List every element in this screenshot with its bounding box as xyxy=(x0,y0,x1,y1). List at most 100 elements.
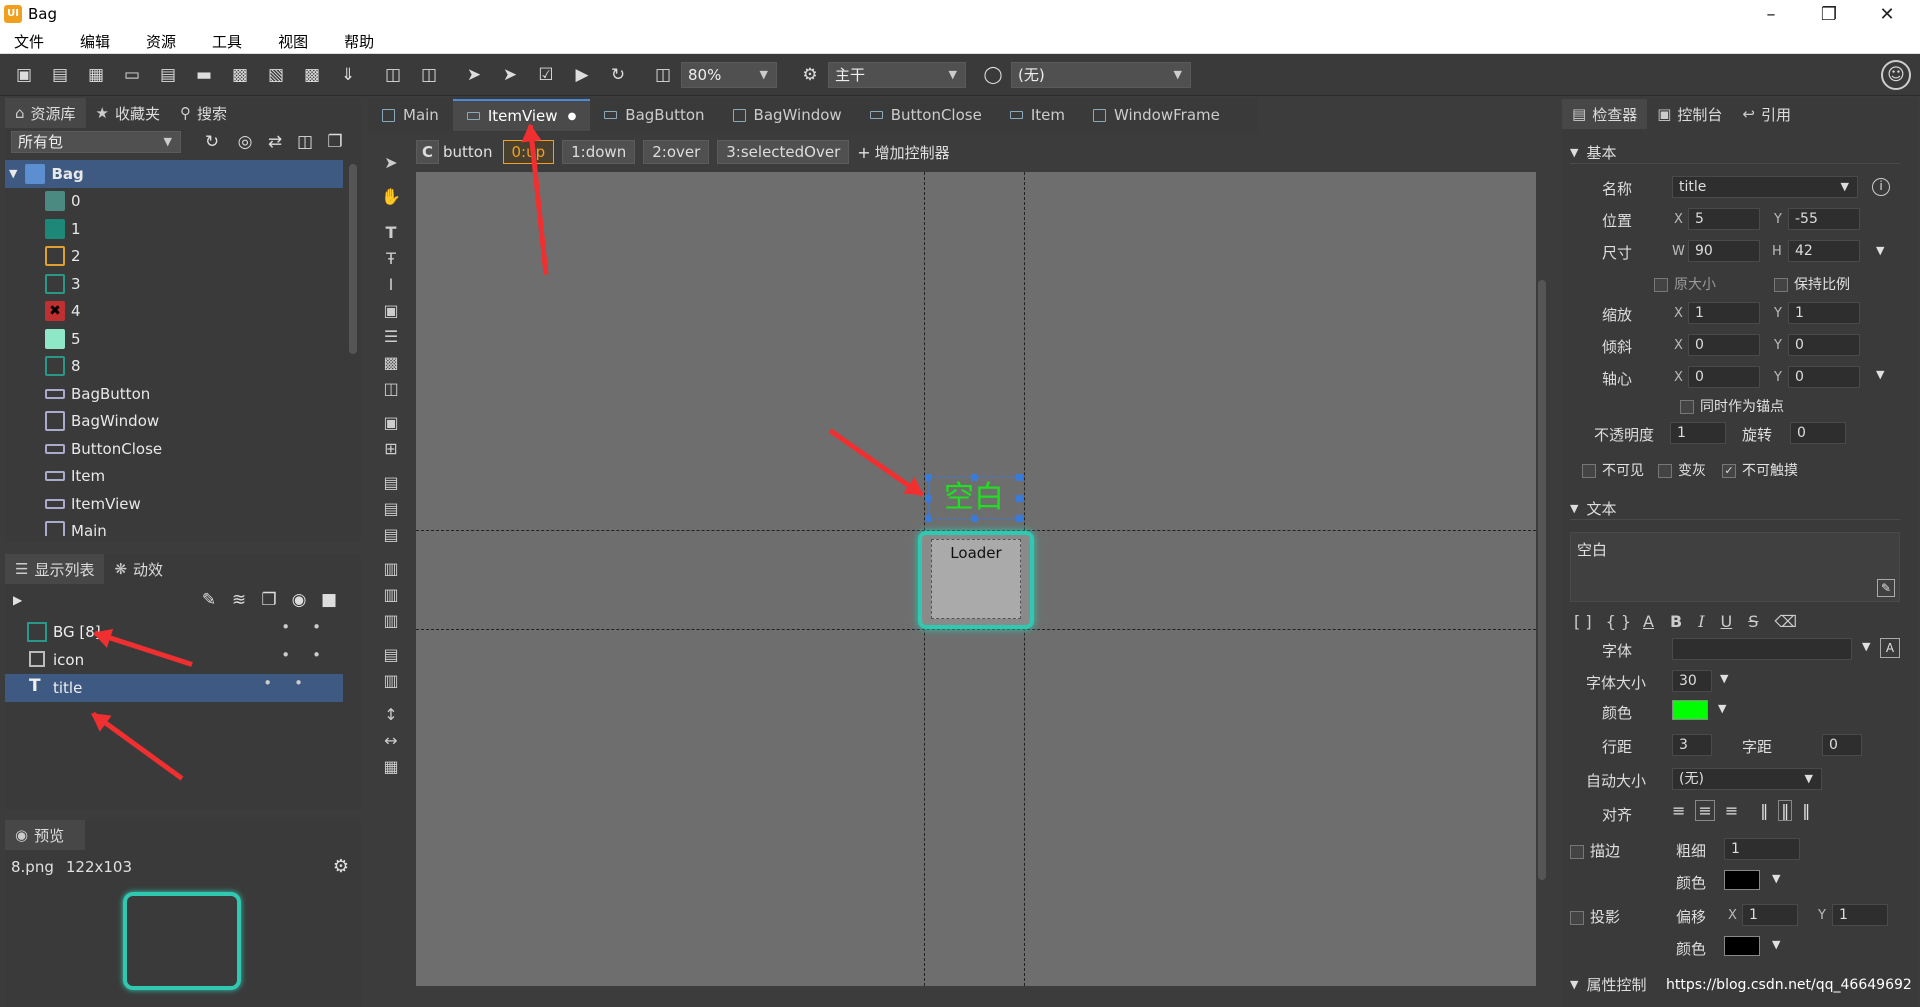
menu-assets[interactable]: 资源 xyxy=(146,31,176,52)
item-bg-frame[interactable]: Loader xyxy=(918,531,1034,629)
split-view-icon[interactable]: ◫ xyxy=(292,129,318,155)
pivot-y-input[interactable]: 0 xyxy=(1788,366,1860,388)
new-combo-icon[interactable]: ▤ xyxy=(155,62,181,88)
untouchable-checkbox[interactable]: ✓ 不可触摸 xyxy=(1722,460,1798,480)
size-w-input[interactable]: 90 xyxy=(1688,240,1760,262)
branch-select[interactable]: 主干 ▼ xyxy=(828,61,966,88)
section-basic[interactable]: ▼ 基本 xyxy=(1570,142,1900,164)
publish-icon[interactable]: ➤ xyxy=(461,62,487,88)
underline-icon[interactable]: U xyxy=(1721,612,1733,631)
tab-doc-main[interactable]: Main xyxy=(368,99,453,131)
new-package-icon[interactable]: ▣ xyxy=(11,62,37,88)
anchor-checkbox[interactable]: 同时作为锚点 xyxy=(1680,396,1784,416)
tab-display-list[interactable]: ☰ 显示列表 xyxy=(5,554,105,584)
target-icon[interactable]: ◎ xyxy=(232,129,258,155)
tab-doc-windowframe[interactable]: WindowFrame xyxy=(1079,99,1234,131)
align-center-icon[interactable]: ≡ xyxy=(1695,800,1715,821)
new-button-icon[interactable]: ▭ xyxy=(119,62,145,88)
tree-root[interactable]: ▼ Bag xyxy=(5,160,343,188)
controller-name[interactable]: button xyxy=(443,143,492,161)
copy-icon[interactable]: ❐ xyxy=(322,129,348,155)
distribute-v-icon[interactable]: ▤ xyxy=(378,642,404,668)
chevron-down-icon[interactable]: ▼ xyxy=(1862,640,1870,653)
save-all-icon[interactable]: ◫ xyxy=(416,62,442,88)
plus-icon[interactable]: + xyxy=(857,143,870,162)
tab-preview[interactable]: ◉ 预览 xyxy=(5,820,85,850)
chevron-down-icon[interactable]: ▼ xyxy=(1718,702,1726,715)
icon-loader[interactable]: Loader xyxy=(931,539,1021,619)
rotation-input[interactable]: 0 xyxy=(1790,422,1846,444)
bracket-icon[interactable]: [ ] xyxy=(1574,612,1592,631)
language-select[interactable]: (无) ▼ xyxy=(1011,61,1191,88)
align-left-icon[interactable]: ▥ xyxy=(378,556,404,582)
list-tool-icon[interactable]: ☰ xyxy=(378,324,404,350)
image-tool-icon[interactable]: ▣ xyxy=(378,298,404,324)
layer-flags[interactable]: •• xyxy=(263,674,325,692)
distribute-h-icon[interactable]: ▥ xyxy=(378,668,404,694)
align-right-icon[interactable]: ▥ xyxy=(378,608,404,634)
select-arrow-icon[interactable]: ➤ xyxy=(378,150,404,176)
relation-tool-icon[interactable]: ⊞ xyxy=(378,436,404,462)
alpha-input[interactable]: 1 xyxy=(1670,422,1726,444)
original-size-checkbox[interactable]: 原大小 xyxy=(1654,274,1716,294)
resize-handle[interactable] xyxy=(925,515,932,522)
resize-handle[interactable] xyxy=(1016,515,1023,522)
tree-scrollbar[interactable] xyxy=(349,164,357,354)
bold-icon[interactable]: B xyxy=(1670,612,1682,631)
align-middle-icon[interactable]: ▤ xyxy=(378,496,404,522)
tree-item[interactable]: 3 xyxy=(5,270,343,298)
resize-handle[interactable] xyxy=(971,515,978,522)
refresh-icon[interactable]: ↻ xyxy=(605,62,631,88)
autosize-select[interactable]: (无) ▼ xyxy=(1672,768,1822,790)
resize-handle[interactable] xyxy=(925,474,932,481)
position-y-input[interactable]: -55 xyxy=(1788,208,1860,230)
text-content-area[interactable]: 空白 ✎ xyxy=(1570,532,1900,602)
play-icon[interactable]: ▶ xyxy=(13,593,22,607)
font-select[interactable] xyxy=(1672,638,1852,660)
wave-icon[interactable]: ≋ xyxy=(226,587,252,613)
shadow-color-swatch[interactable] xyxy=(1724,936,1760,956)
scale-y-input[interactable]: 1 xyxy=(1788,302,1860,324)
tree-item[interactable]: Item xyxy=(5,463,343,491)
play-icon[interactable]: ▶ xyxy=(569,62,595,88)
menu-edit[interactable]: 编辑 xyxy=(80,31,110,52)
add-controller-button[interactable]: 增加控制器 xyxy=(875,142,950,163)
scale-x-input[interactable]: 1 xyxy=(1688,302,1760,324)
tab-references[interactable]: ↩ 引用 xyxy=(1732,99,1801,129)
chevron-down-icon[interactable]: ▼ xyxy=(1772,938,1780,951)
tab-doc-bagbutton[interactable]: BagButton xyxy=(590,99,718,131)
tree-item[interactable]: ✖ 4 xyxy=(5,298,343,326)
same-width-icon[interactable]: ↔ xyxy=(378,728,404,754)
close-button[interactable]: ✕ xyxy=(1858,0,1916,30)
tree-item[interactable]: 0 xyxy=(5,188,343,216)
tab-favorites[interactable]: ★ 收藏夹 xyxy=(86,98,170,128)
screen-icon[interactable]: ◫ xyxy=(650,62,676,88)
align-left-icon[interactable]: ≡ xyxy=(1672,801,1685,820)
state-down-button[interactable]: 1:down xyxy=(562,140,636,164)
resize-handle[interactable] xyxy=(1016,495,1023,502)
chevron-down-icon[interactable]: ▼ xyxy=(1772,872,1780,885)
align-bottom-icon[interactable]: ▤ xyxy=(378,522,404,548)
duplicate-icon[interactable]: ❐ xyxy=(256,587,282,613)
state-over-button[interactable]: 2:over xyxy=(643,140,710,164)
tree-item[interactable]: 5 xyxy=(5,325,343,353)
strikethrough-icon[interactable]: S xyxy=(1748,612,1758,631)
align-top-icon[interactable]: ▤ xyxy=(378,470,404,496)
package-filter-select[interactable]: 所有包 ▼ xyxy=(11,131,181,153)
publish-settings-icon[interactable]: ➤ xyxy=(497,62,523,88)
resize-handle[interactable] xyxy=(971,474,978,481)
tab-inspector[interactable]: ▤ 检查器 xyxy=(1562,99,1648,129)
align-right-icon[interactable]: ≡ xyxy=(1725,801,1738,820)
keep-ratio-checkbox[interactable]: 保持比例 xyxy=(1774,274,1850,294)
text-tool-icon[interactable]: T xyxy=(378,220,404,246)
tab-doc-bagwindow[interactable]: BagWindow xyxy=(719,99,856,131)
info-icon[interactable]: i xyxy=(1872,178,1890,196)
swap-icon[interactable]: ⇄ xyxy=(262,129,288,155)
minimize-button[interactable]: – xyxy=(1742,0,1800,30)
chevron-down-icon[interactable]: ▼ xyxy=(1720,672,1728,685)
new-slider-icon[interactable]: ▩ xyxy=(227,62,253,88)
tree-item[interactable]: BagButton xyxy=(5,380,343,408)
tab-doc-buttonclose[interactable]: ButtonClose xyxy=(856,99,996,131)
skew-y-input[interactable]: 0 xyxy=(1788,334,1860,356)
name-select[interactable]: title ▼ xyxy=(1672,176,1858,198)
